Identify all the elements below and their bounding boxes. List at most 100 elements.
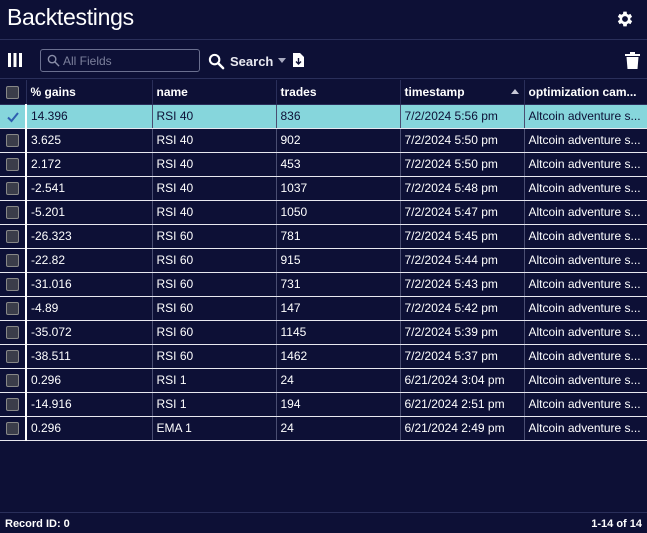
row-checkbox[interactable] (6, 158, 19, 172)
campaign-cell: Altcoin adventure s... (524, 344, 647, 369)
search-input[interactable] (63, 51, 195, 70)
row-checkbox[interactable] (6, 422, 19, 436)
campaign-cell: Altcoin adventure s... (524, 392, 647, 417)
trash-icon[interactable] (625, 52, 640, 69)
status-bar: Record ID: 0 1-14 of 14 (0, 512, 647, 533)
timestamp-cell: 7/2/2024 5:39 pm (400, 320, 525, 345)
name-cell: RSI 1 (152, 392, 277, 417)
sort-up-icon (510, 89, 519, 94)
timestamp-cell: 6/21/2024 3:04 pm (400, 368, 525, 393)
row-select-cell (0, 176, 27, 201)
trades-cell: 915 (276, 248, 401, 273)
row-select-cell (0, 320, 27, 345)
table-row[interactable]: -22.82 RSI 60 915 7/2/2024 5:44 pm Altcoin a… (0, 248, 647, 273)
row-select-cell (0, 224, 27, 249)
timestamp-cell: 7/2/2024 5:45 pm (400, 224, 525, 249)
table-row[interactable]: -38.511 RSI 60 1462 7/2/2024 5:37 pm Altcoin… (0, 344, 647, 369)
gains-cell: -2.541 (26, 176, 153, 201)
gains-cell: -14.916 (26, 392, 153, 417)
export-icon[interactable] (293, 53, 304, 67)
row-select-cell (0, 392, 27, 417)
table-row[interactable]: -5.201 RSI 40 1050 7/2/2024 5:47 pm Altcoin … (0, 200, 647, 225)
trades-cell: 453 (276, 152, 401, 177)
gains-cell: -22.82 (26, 248, 153, 273)
search-button-label: Search (230, 53, 274, 69)
row-checkbox[interactable] (6, 374, 19, 388)
campaign-cell: Altcoin adventure s... (524, 200, 647, 225)
timestamp-cell: 7/2/2024 5:37 pm (400, 344, 525, 369)
columns-icon[interactable] (7, 52, 23, 68)
gains-cell: 0.296 (26, 368, 153, 393)
select-all-checkbox[interactable] (6, 85, 20, 99)
trades-cell: 836 (276, 104, 401, 129)
campaign-cell: Altcoin adventure s... (524, 128, 647, 153)
results-grid: % gains name trades timestamp optimizati… (0, 80, 647, 441)
row-checkbox[interactable] (6, 182, 19, 196)
table-row[interactable]: 0.296 RSI 1 24 6/21/2024 3:04 pm Altcoin adv… (0, 368, 647, 393)
trades-cell: 781 (276, 224, 401, 249)
column-header-optimization-campaign[interactable]: optimization cam... (524, 80, 647, 105)
row-checkbox[interactable] (6, 398, 19, 412)
row-select-cell (0, 152, 27, 177)
timestamp-cell: 7/2/2024 5:43 pm (400, 272, 525, 297)
search-icon (47, 54, 60, 67)
table-row[interactable]: -31.016 RSI 60 731 7/2/2024 5:43 pm Altcoin … (0, 272, 647, 297)
trades-cell: 147 (276, 296, 401, 321)
row-checkbox[interactable] (6, 230, 19, 244)
page-title: Backtestings (7, 4, 134, 30)
table-row[interactable]: 14.396 RSI 40 836 7/2/2024 5:56 pm Altcoin a… (0, 104, 647, 129)
row-checkbox[interactable] (6, 326, 19, 340)
name-cell: RSI 40 (152, 104, 277, 129)
timestamp-cell: 7/2/2024 5:56 pm (400, 104, 525, 129)
campaign-cell: Altcoin adventure s... (524, 368, 647, 393)
name-cell: RSI 1 (152, 368, 277, 393)
table-row[interactable]: -26.323 RSI 60 781 7/2/2024 5:45 pm Altcoin … (0, 224, 647, 249)
campaign-cell: Altcoin adventure s... (524, 272, 647, 297)
table-row[interactable]: -35.072 RSI 60 1145 7/2/2024 5:39 pm Altcoin… (0, 320, 647, 345)
trades-cell: 194 (276, 392, 401, 417)
timestamp-cell: 6/21/2024 2:49 pm (400, 416, 525, 441)
chevron-down-icon[interactable] (278, 58, 287, 64)
gear-icon[interactable] (615, 9, 635, 29)
table-row[interactable]: 2.172 RSI 40 453 7/2/2024 5:50 pm Altcoin ad… (0, 152, 647, 177)
search-button[interactable]: Search (208, 51, 287, 71)
gains-cell: -31.016 (26, 272, 153, 297)
gains-cell: -38.511 (26, 344, 153, 369)
campaign-cell: Altcoin adventure s... (524, 296, 647, 321)
toolbar: Search (0, 41, 647, 79)
table-row[interactable]: 0.296 EMA 1 24 6/21/2024 2:49 pm Altcoin adv… (0, 416, 647, 441)
column-header-timestamp[interactable]: timestamp (400, 80, 525, 105)
row-select-cell (0, 416, 27, 441)
name-cell: RSI 40 (152, 176, 277, 201)
row-checkbox[interactable] (6, 254, 19, 268)
timestamp-cell: 7/2/2024 5:44 pm (400, 248, 525, 273)
gains-cell: 0.296 (26, 416, 153, 441)
row-checkbox[interactable] (6, 134, 19, 148)
timestamp-cell: 7/2/2024 5:50 pm (400, 152, 525, 177)
checkmark-icon[interactable] (6, 111, 19, 123)
name-cell: RSI 60 (152, 320, 277, 345)
row-checkbox[interactable] (6, 278, 19, 292)
name-cell: RSI 40 (152, 200, 277, 225)
column-header-gains[interactable]: % gains (26, 80, 153, 105)
name-cell: EMA 1 (152, 416, 277, 441)
row-checkbox[interactable] (6, 350, 19, 364)
campaign-cell: Altcoin adventure s... (524, 104, 647, 129)
row-select-cell (0, 248, 27, 273)
row-checkbox[interactable] (6, 302, 19, 316)
table-row[interactable]: 3.625 RSI 40 902 7/2/2024 5:50 pm Altcoin ad… (0, 128, 647, 153)
row-select-cell (0, 272, 27, 297)
campaign-cell: Altcoin adventure s... (524, 152, 647, 177)
table-row[interactable]: -4.89 RSI 60 147 7/2/2024 5:42 pm Altcoin ad… (0, 296, 647, 321)
table-row[interactable]: -14.916 RSI 1 194 6/21/2024 2:51 pm Altcoin … (0, 392, 647, 417)
row-select-cell (0, 296, 27, 321)
column-header-trades[interactable]: trades (276, 80, 401, 105)
table-row[interactable]: -2.541 RSI 40 1037 7/2/2024 5:48 pm Altcoin … (0, 176, 647, 201)
gains-cell: -4.89 (26, 296, 153, 321)
timestamp-cell: 7/2/2024 5:48 pm (400, 176, 525, 201)
campaign-cell: Altcoin adventure s... (524, 224, 647, 249)
column-header-name[interactable]: name (152, 80, 277, 105)
row-select-cell (0, 128, 27, 153)
row-checkbox[interactable] (6, 206, 19, 220)
timestamp-cell: 7/2/2024 5:47 pm (400, 200, 525, 225)
